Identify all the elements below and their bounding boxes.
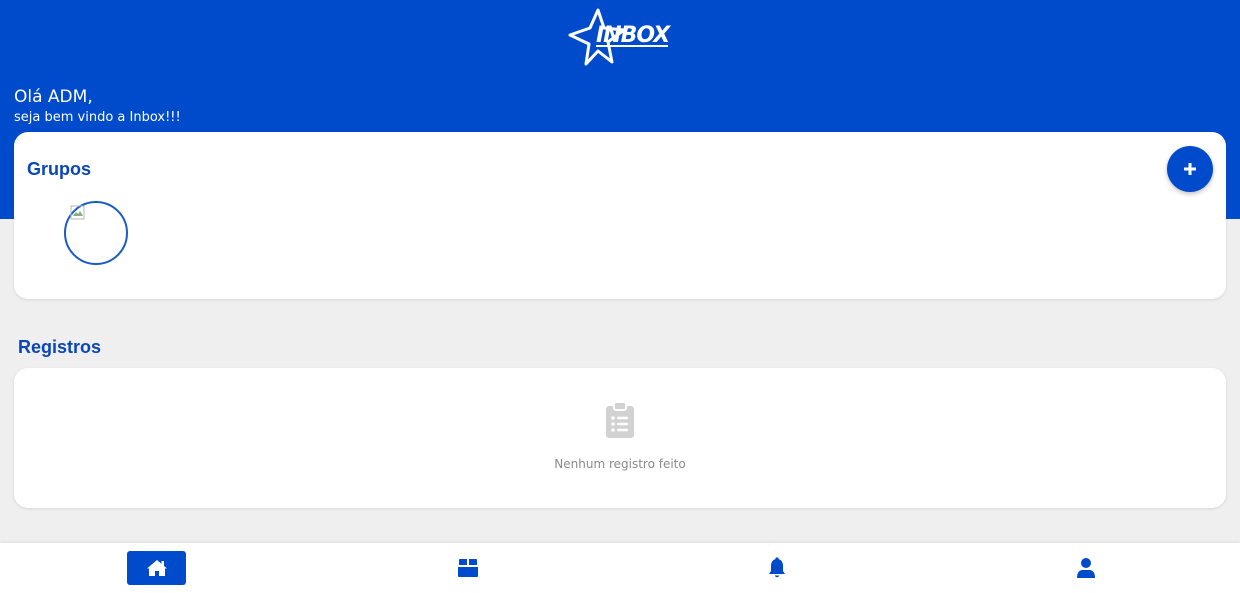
inbox-logo: INBOX [568, 8, 674, 66]
greeting-title: Olá ADM, [14, 87, 93, 107]
empty-records-text: Nenhum registro feito [554, 457, 686, 471]
user-icon [1077, 558, 1095, 578]
records-card: Nenhum registro feito [14, 368, 1226, 508]
greeting-subtitle: seja bem vindo a Inbox!!! [14, 110, 181, 125]
group-avatar[interactable] [64, 201, 128, 265]
nav-notifications[interactable] [747, 551, 807, 585]
broken-image-icon [70, 205, 85, 220]
box-icon [458, 559, 478, 577]
nav-home[interactable] [127, 551, 186, 585]
bottom-nav [0, 543, 1240, 593]
nav-profile[interactable] [1056, 551, 1116, 585]
greeting: Olá ADM, seja bem vindo a Inbox!!! [14, 87, 181, 129]
add-group-button[interactable] [1167, 146, 1213, 192]
groups-card: Grupos [14, 132, 1226, 299]
plus-icon [1184, 163, 1196, 175]
clipboard-list-icon [606, 401, 634, 438]
groups-title: Grupos [27, 159, 92, 179]
logo-text: INBOX [596, 23, 670, 48]
records-title: Registros [18, 337, 102, 357]
home-icon [146, 560, 167, 576]
bell-icon [769, 557, 785, 578]
nav-boxes[interactable] [438, 551, 498, 585]
